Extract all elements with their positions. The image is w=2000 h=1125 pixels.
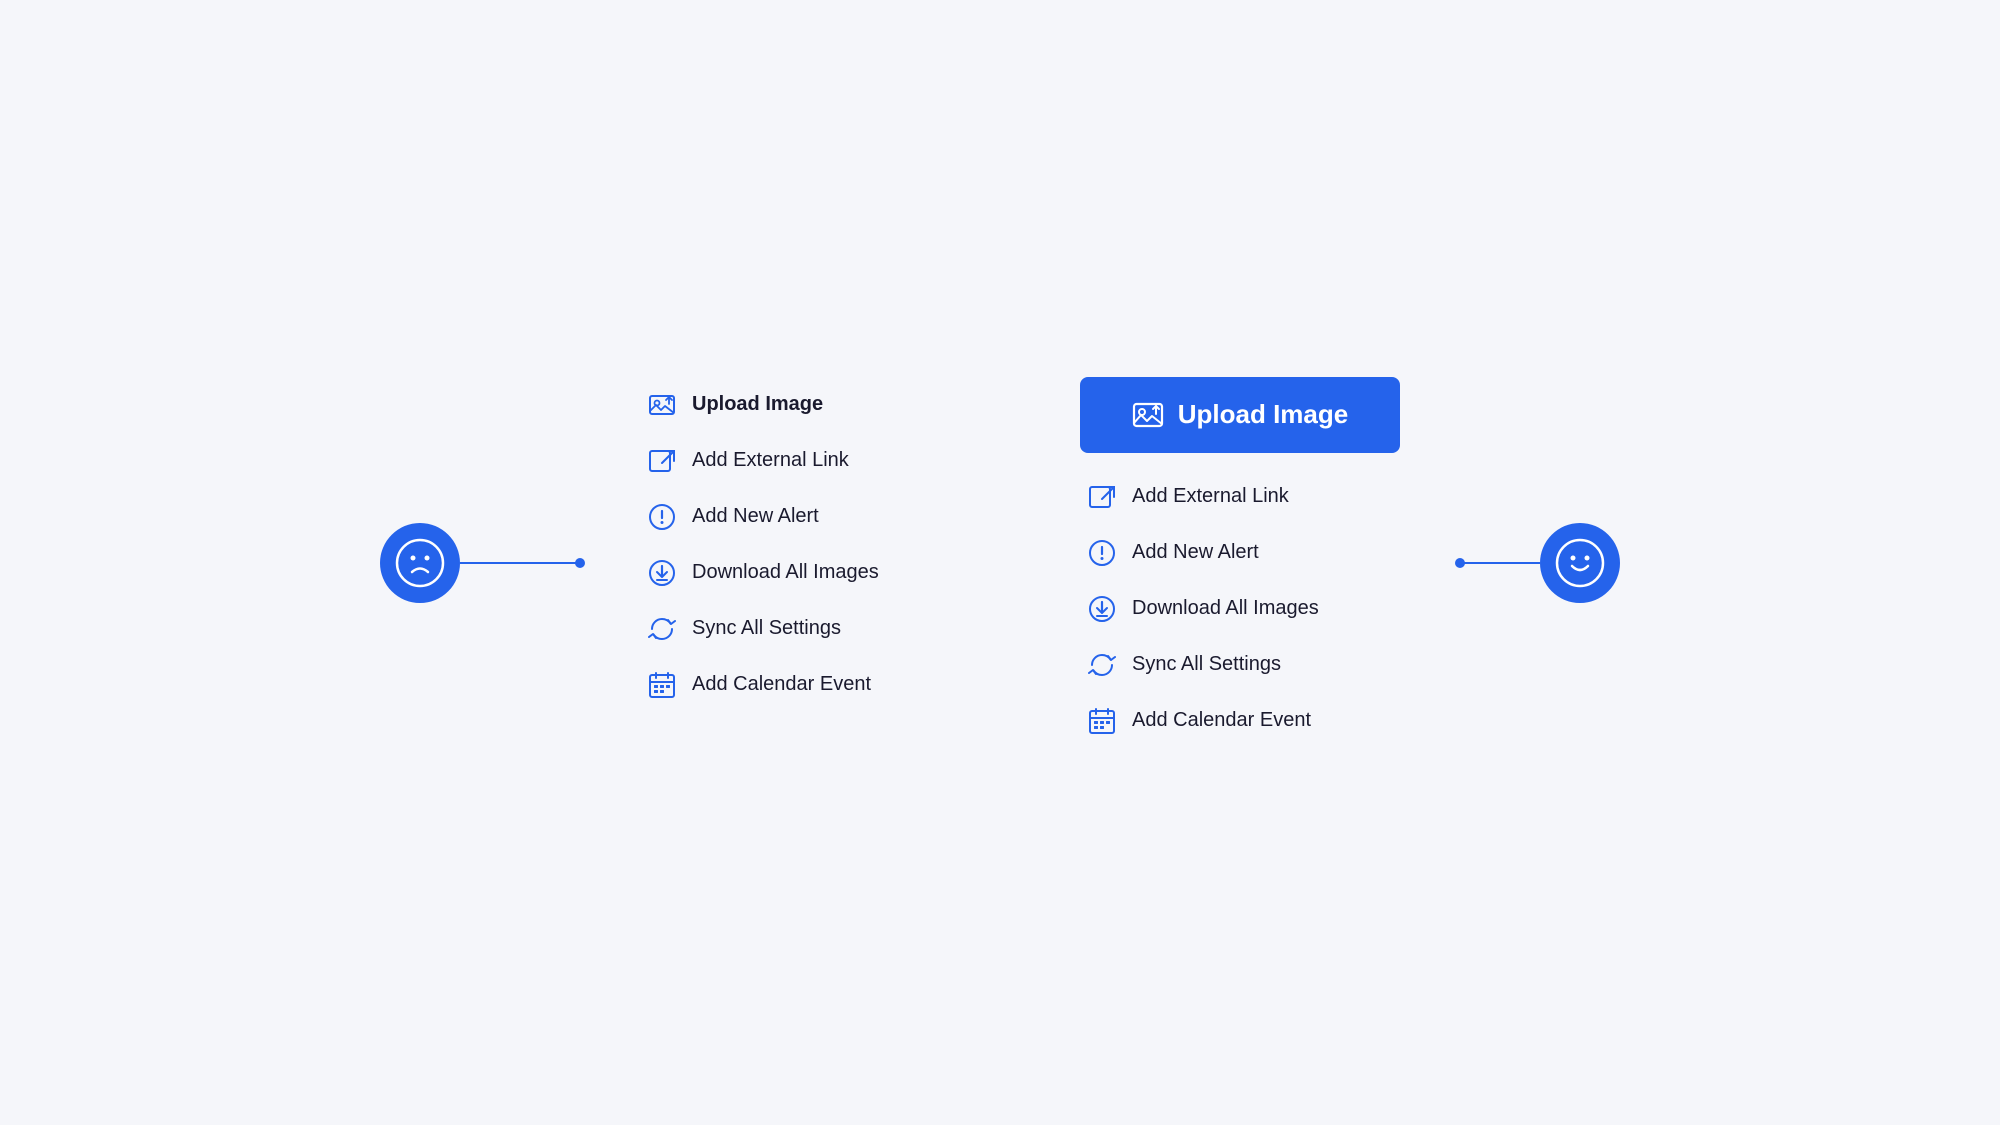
external-link-icon xyxy=(648,447,676,475)
left-menu-panel: Upload Image Add External Link xyxy=(640,377,960,713)
external-link-icon-right xyxy=(1088,483,1116,511)
happy-face-icon xyxy=(1555,538,1605,588)
image-upload-icon xyxy=(648,391,676,419)
happy-face-avatar xyxy=(1540,523,1620,603)
left-add-new-alert-label: Add New Alert xyxy=(692,505,819,528)
left-sync-all-settings-label: Sync All Settings xyxy=(692,617,841,640)
left-upload-image-item[interactable]: Upload Image xyxy=(640,377,960,433)
right-connector xyxy=(1460,523,1620,603)
main-container: Upload Image Add External Link xyxy=(0,377,2000,749)
right-add-new-alert-label: Add New Alert xyxy=(1132,541,1259,564)
right-upload-image-button[interactable]: Upload Image xyxy=(1080,377,1400,453)
right-upload-image-label: Upload Image xyxy=(1178,399,1348,430)
right-add-calendar-event-item[interactable]: Add Calendar Event xyxy=(1080,693,1400,749)
right-add-external-link-item[interactable]: Add External Link xyxy=(1080,469,1400,525)
sad-face-icon xyxy=(395,538,445,588)
right-connector-line xyxy=(1460,562,1540,564)
upload-image-button-icon xyxy=(1132,399,1164,431)
download-circle-icon-right xyxy=(1088,595,1116,623)
panels-wrapper: Upload Image Add External Link xyxy=(640,377,1400,749)
left-add-calendar-event-label: Add Calendar Event xyxy=(692,673,871,696)
sad-face-avatar xyxy=(380,523,460,603)
left-sync-all-settings-item[interactable]: Sync All Settings xyxy=(640,601,960,657)
right-sync-all-settings-item[interactable]: Sync All Settings xyxy=(1080,637,1400,693)
left-upload-image-label: Upload Image xyxy=(692,393,823,416)
calendar-icon-right xyxy=(1088,707,1116,735)
left-add-external-link-item[interactable]: Add External Link xyxy=(640,433,960,489)
right-download-all-images-item[interactable]: Download All Images xyxy=(1080,581,1400,637)
right-add-external-link-label: Add External Link xyxy=(1132,485,1289,508)
left-connector xyxy=(380,523,580,603)
right-menu-panel: Upload Image Add External Link xyxy=(1080,377,1400,749)
right-add-new-alert-item[interactable]: Add New Alert xyxy=(1080,525,1400,581)
left-connector-line xyxy=(460,562,580,564)
left-add-external-link-label: Add External Link xyxy=(692,449,849,472)
alert-circle-icon-right xyxy=(1088,539,1116,567)
sync-icon-right xyxy=(1088,651,1116,679)
left-download-all-images-label: Download All Images xyxy=(692,561,879,584)
calendar-icon-left xyxy=(648,671,676,699)
right-sync-all-settings-label: Sync All Settings xyxy=(1132,653,1281,676)
left-download-all-images-item[interactable]: Download All Images xyxy=(640,545,960,601)
right-download-all-images-label: Download All Images xyxy=(1132,597,1319,620)
left-add-new-alert-item[interactable]: Add New Alert xyxy=(640,489,960,545)
left-add-calendar-event-item[interactable]: Add Calendar Event xyxy=(640,657,960,713)
right-add-calendar-event-label: Add Calendar Event xyxy=(1132,709,1311,732)
alert-circle-icon xyxy=(648,503,676,531)
sync-icon-left xyxy=(648,615,676,643)
download-circle-icon-left xyxy=(648,559,676,587)
